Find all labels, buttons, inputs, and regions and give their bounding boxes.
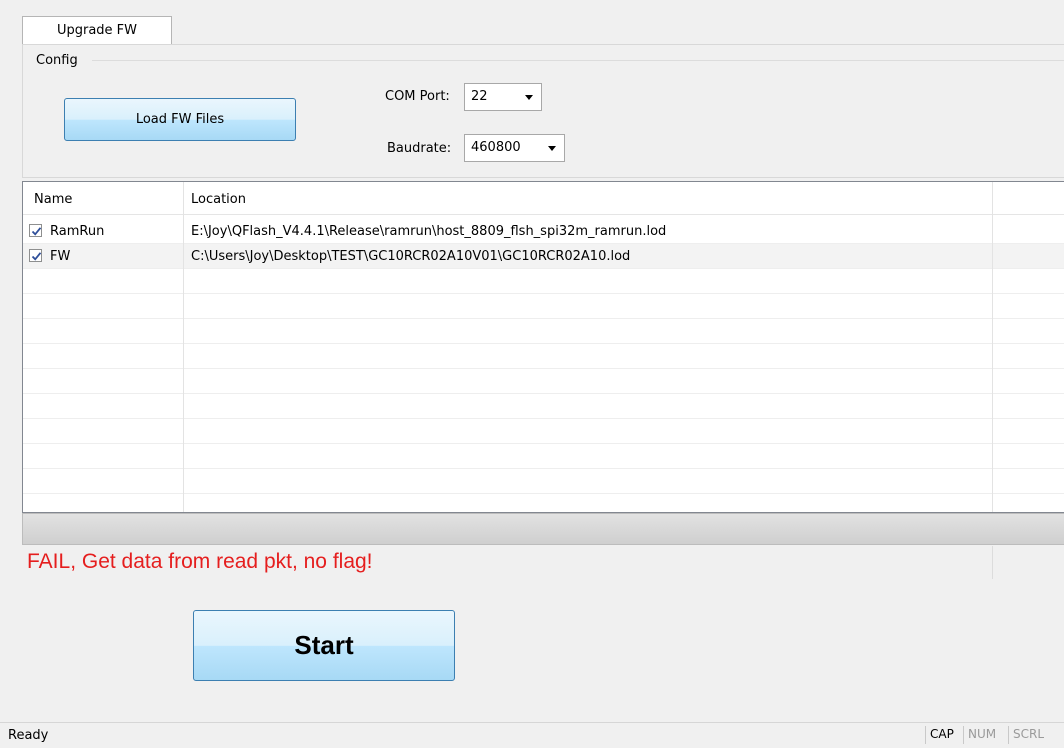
empty-row — [23, 419, 1064, 444]
tab-upgrade-fw[interactable]: Upgrade FW — [22, 16, 172, 44]
fw-files-table: Name Location RamRun E:\Joy\QFlash_V4.4.… — [22, 181, 1064, 513]
row-name: RamRun — [50, 224, 105, 239]
baudrate-label: Baudrate: — [387, 141, 452, 156]
com-port-value: 22 — [471, 89, 488, 104]
empty-row — [23, 319, 1064, 344]
empty-row — [23, 494, 1064, 512]
table-row[interactable]: FW C:\Users\Joy\Desktop\TEST\GC10RCR02A1… — [23, 244, 1064, 269]
com-port-select[interactable]: 22 — [464, 83, 542, 111]
status-separator — [925, 726, 926, 744]
status-bar-ready-text: Ready — [8, 728, 49, 743]
empty-row — [23, 469, 1064, 494]
progress-bar — [22, 513, 1064, 545]
column-header-name[interactable]: Name — [34, 182, 72, 214]
status-separator — [963, 726, 964, 744]
num-indicator: NUM — [968, 727, 997, 741]
row-name: FW — [50, 249, 71, 264]
row-location: E:\Joy\QFlash_V4.4.1\Release\ramrun\host… — [191, 224, 667, 239]
empty-row — [23, 444, 1064, 469]
scrl-indicator: SCRL — [1013, 727, 1045, 741]
baudrate-value: 460800 — [471, 140, 521, 155]
load-fw-files-button[interactable]: Load FW Files — [64, 98, 296, 141]
status-side-cell — [992, 546, 1064, 579]
ramrun-checkbox[interactable] — [29, 224, 42, 237]
com-port-label: COM Port: — [385, 89, 450, 104]
check-icon — [31, 252, 42, 261]
table-row[interactable]: RamRun E:\Joy\QFlash_V4.4.1\Release\ramr… — [23, 219, 1064, 244]
fw-checkbox[interactable] — [29, 249, 42, 262]
baudrate-select[interactable]: 460800 — [464, 134, 565, 162]
empty-row — [23, 369, 1064, 394]
empty-row — [23, 344, 1064, 369]
column-divider — [183, 182, 184, 512]
column-divider — [992, 182, 993, 512]
check-icon — [31, 227, 42, 236]
column-header-location[interactable]: Location — [191, 182, 246, 214]
start-button[interactable]: Start — [193, 610, 455, 681]
cap-indicator: CAP — [930, 727, 954, 741]
empty-row — [23, 394, 1064, 419]
status-message: FAIL, Get data from read pkt, no flag! — [27, 550, 373, 573]
chevron-down-icon — [548, 146, 556, 151]
empty-row — [23, 269, 1064, 294]
empty-row — [23, 294, 1064, 319]
chevron-down-icon — [525, 95, 533, 100]
row-location: C:\Users\Joy\Desktop\TEST\GC10RCR02A10V0… — [191, 249, 631, 264]
table-header: Name Location — [23, 182, 1064, 215]
config-group-label: Config — [36, 53, 78, 68]
config-group-divider — [92, 60, 1064, 61]
status-separator — [1008, 726, 1009, 744]
status-bar: Ready CAP NUM SCRL — [0, 722, 1064, 748]
